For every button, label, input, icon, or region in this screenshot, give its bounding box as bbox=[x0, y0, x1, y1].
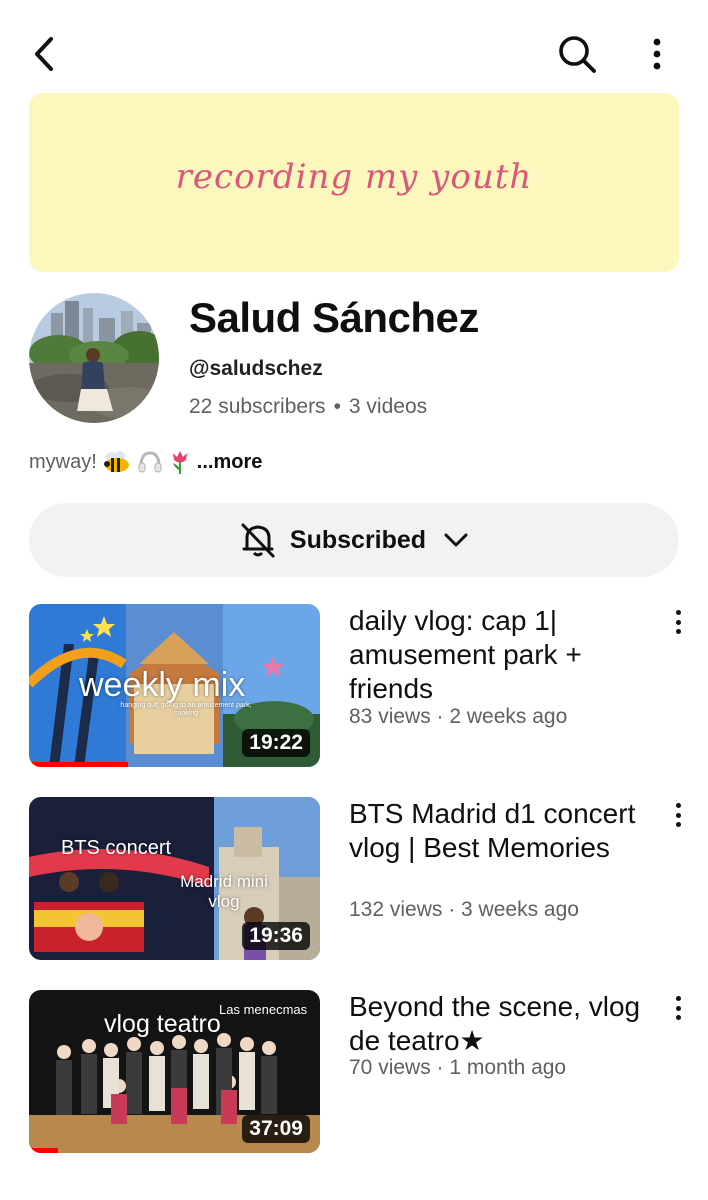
tulip-emoji bbox=[169, 449, 191, 475]
video-count: 3 videos bbox=[348, 395, 428, 418]
channel-avatar[interactable] bbox=[29, 293, 159, 423]
chevron-down-icon bbox=[444, 533, 468, 547]
video-meta: 83 views · 2 weeks ago bbox=[349, 705, 568, 728]
watch-progress-bar bbox=[29, 1148, 59, 1153]
more-vert-icon bbox=[653, 38, 661, 70]
video-options-button[interactable] bbox=[668, 607, 688, 637]
video-options-button[interactable] bbox=[668, 993, 688, 1023]
bell-off-icon bbox=[241, 523, 275, 558]
video-thumbnail[interactable]: BTS concert Madrid mini vlog 19:36 bbox=[29, 797, 320, 960]
video-thumbnail[interactable]: vlog teatro Las menecmas 37:09 bbox=[29, 990, 320, 1153]
thumbnail-subtitle-text: Madrid mini vlog bbox=[180, 872, 268, 911]
channel-stats: 22 subscribers • 3 videos bbox=[189, 395, 427, 419]
search-button[interactable] bbox=[553, 30, 601, 78]
channel-banner: recording my youth bbox=[29, 93, 679, 272]
video-duration: 19:22 bbox=[242, 729, 310, 757]
video-options-button[interactable] bbox=[668, 800, 688, 830]
subscriber-count: 22 subscribers bbox=[189, 395, 326, 418]
thumbnail-title-text: BTS concert bbox=[61, 837, 172, 859]
back-button[interactable] bbox=[22, 32, 66, 76]
subscribed-button[interactable]: Subscribed bbox=[29, 503, 679, 577]
channel-name: Salud Sánchez bbox=[189, 294, 479, 341]
video-meta: 132 views · 3 weeks ago bbox=[349, 898, 579, 921]
thumbnail-corner-text: Las menecmas bbox=[219, 1002, 308, 1017]
channel-handle: @saludschez bbox=[189, 357, 323, 380]
more-options-button[interactable] bbox=[640, 32, 674, 76]
avatar-image bbox=[29, 293, 159, 423]
video-duration: 19:36 bbox=[242, 922, 310, 950]
bee-emoji bbox=[103, 450, 131, 474]
search-icon bbox=[559, 36, 596, 73]
bio-text: myway! bbox=[29, 450, 97, 473]
watch-progress-bar bbox=[29, 762, 128, 767]
stats-separator: • bbox=[333, 395, 341, 418]
arrow-back-icon bbox=[35, 37, 53, 71]
headphones-emoji bbox=[137, 450, 163, 474]
video-title[interactable]: BTS Madrid d1 concert vlog | Best Memori… bbox=[349, 797, 649, 865]
thumbnail-title-text: weekly mix bbox=[79, 666, 246, 704]
thumbnail-title-text: vlog teatro bbox=[104, 1010, 221, 1038]
banner-text: recording my youth bbox=[175, 156, 533, 197]
bio-more-link[interactable]: ...more bbox=[197, 451, 263, 474]
video-thumbnail[interactable]: weekly mix hanging out, going to an amus… bbox=[29, 604, 320, 767]
video-title[interactable]: daily vlog: cap 1| amusement park + frie… bbox=[349, 604, 649, 706]
video-duration: 37:09 bbox=[242, 1115, 310, 1143]
channel-bio[interactable]: myway! ...more bbox=[29, 449, 262, 475]
video-meta: 70 views · 1 month ago bbox=[349, 1056, 567, 1079]
subscribed-label: Subscribed bbox=[289, 525, 427, 554]
video-title[interactable]: Beyond the scene, vlog de teatro★ bbox=[349, 990, 649, 1058]
thumbnail-caption-text: hanging out, going to an amusement park,… bbox=[120, 702, 252, 717]
